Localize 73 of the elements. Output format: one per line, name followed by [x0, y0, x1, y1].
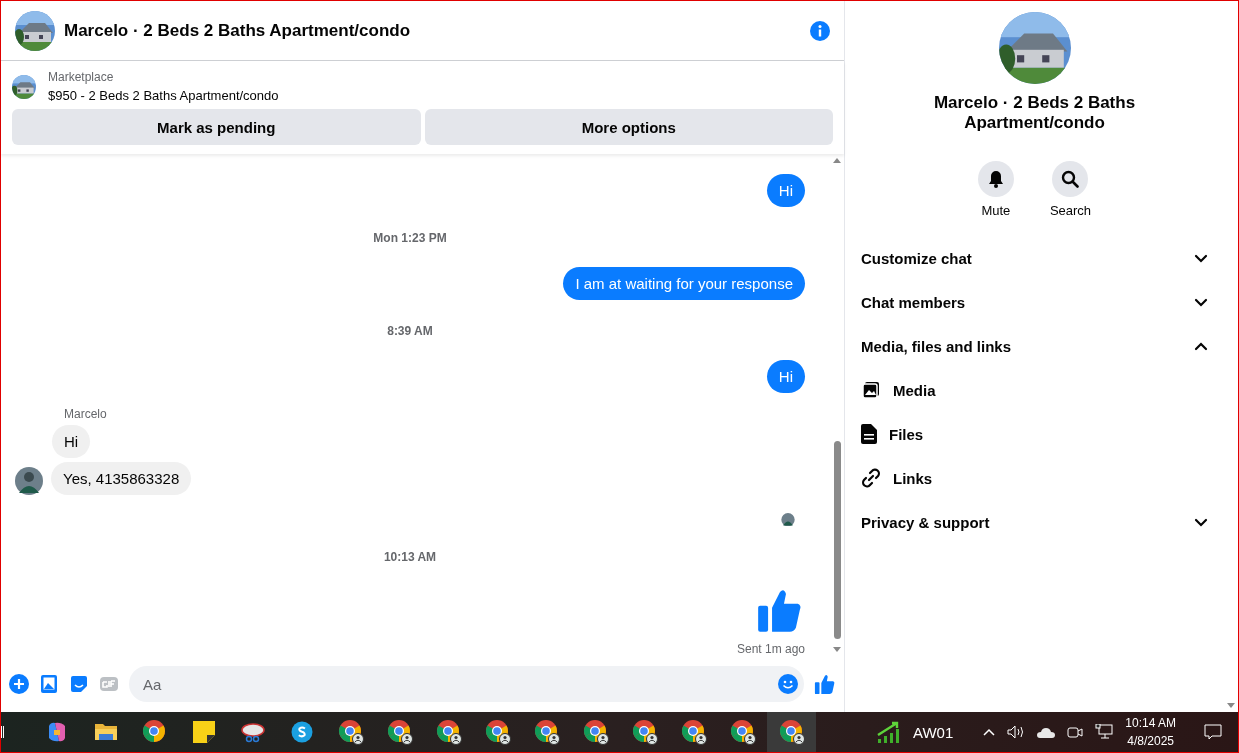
- message-field[interactable]: Aa: [129, 666, 804, 702]
- message-input[interactable]: Aa: [141, 674, 778, 694]
- section-item[interactable]: Files: [861, 412, 1208, 456]
- received-message: Yes, 4135863328: [51, 462, 192, 495]
- chrome-icon: [533, 719, 560, 745]
- chrome-icon: [386, 719, 413, 745]
- emoji-icon[interactable]: [778, 674, 798, 694]
- chrome-icon: [729, 719, 756, 745]
- chrome-icon: [778, 719, 805, 745]
- sent-message: Hi: [766, 174, 805, 207]
- section-header[interactable]: Customize chat: [861, 236, 1208, 280]
- scroll-down-icon[interactable]: [1227, 703, 1235, 708]
- sender-name: Marcelo: [64, 407, 108, 421]
- clock-date: 4/8/2025: [1127, 734, 1174, 748]
- chrome-icon: [484, 719, 511, 745]
- chrome-icon: [680, 719, 707, 745]
- bell-icon: [986, 170, 1005, 188]
- listing-source: Marketplace: [48, 70, 115, 84]
- chevron-up-icon: [1194, 341, 1208, 351]
- folder-icon: [93, 722, 118, 742]
- listing-button[interactable]: More options: [424, 109, 833, 145]
- timestamp: 10:13 AM: [383, 550, 437, 565]
- chrome-icon: [582, 719, 609, 745]
- timestamp: 8:39 AM: [387, 324, 433, 338]
- info-icon[interactable]: [810, 20, 830, 41]
- image-icon[interactable]: [39, 674, 59, 694]
- scrollbar-thumb[interactable]: [833, 441, 841, 639]
- chevron-down-icon: [1194, 297, 1208, 307]
- listing-button[interactable]: Mark as pending: [12, 109, 421, 145]
- sent-status: Sent 1m ago: [736, 642, 805, 656]
- stock-chart-icon[interactable]: [877, 721, 901, 743]
- notification-icon[interactable]: [1204, 724, 1222, 740]
- document-icon: [861, 424, 877, 444]
- section-item[interactable]: Links: [861, 456, 1208, 500]
- sticky-note-icon: [192, 721, 215, 743]
- chevron-up-icon[interactable]: [983, 728, 996, 736]
- link-icon: [861, 468, 881, 488]
- sent-message: I am at waiting for your response: [563, 267, 805, 300]
- section-item[interactable]: Media: [861, 368, 1208, 412]
- clock-time: 10:14 AM: [1125, 716, 1176, 730]
- section-header[interactable]: Media, files and links: [861, 324, 1208, 368]
- chevron-down-icon: [1194, 253, 1208, 263]
- scroll-up-icon[interactable]: [833, 158, 841, 163]
- thumbs-up-icon[interactable]: [814, 673, 836, 695]
- camera-icon[interactable]: [1067, 725, 1084, 739]
- scroll-down-icon[interactable]: [833, 647, 841, 652]
- scissors-icon: [239, 721, 266, 743]
- plus-icon[interactable]: [9, 674, 29, 694]
- search-icon: [1061, 170, 1080, 188]
- section-header[interactable]: Chat members: [861, 280, 1208, 324]
- received-message: Hi: [52, 425, 91, 458]
- timestamp: Mon 1:23 PM: [373, 231, 447, 245]
- chrome-icon: [631, 719, 658, 745]
- chrome-icon: [435, 719, 462, 745]
- network-icon[interactable]: [1095, 724, 1114, 740]
- speaker-icon[interactable]: [1007, 725, 1026, 739]
- sticker-icon[interactable]: [69, 674, 89, 694]
- cloud-icon[interactable]: [1037, 726, 1056, 738]
- taskbar-app[interactable]: [767, 712, 816, 752]
- image-icon: [861, 380, 881, 400]
- stock-ticker: AW01: [913, 723, 954, 741]
- chat-name: Marcelo · 2 Beds 2 Baths Apartment/condo: [932, 93, 1137, 133]
- chat-title: Marcelo · 2 Beds 2 Baths Apartment/condo: [64, 20, 412, 41]
- seen-avatar-icon: [781, 513, 795, 527]
- sent-message: Hi: [766, 360, 805, 393]
- chrome-icon: [141, 719, 168, 745]
- listing-summary: $950 - 2 Beds 2 Baths Apartment/condo: [48, 88, 279, 103]
- section-header[interactable]: Privacy & support: [861, 500, 1208, 544]
- chrome-icon: [337, 719, 364, 745]
- skype-icon: [290, 721, 313, 743]
- avatar-icon: [15, 467, 43, 495]
- grip-icon[interactable]: [1, 726, 4, 738]
- chevron-down-icon: [1194, 517, 1208, 527]
